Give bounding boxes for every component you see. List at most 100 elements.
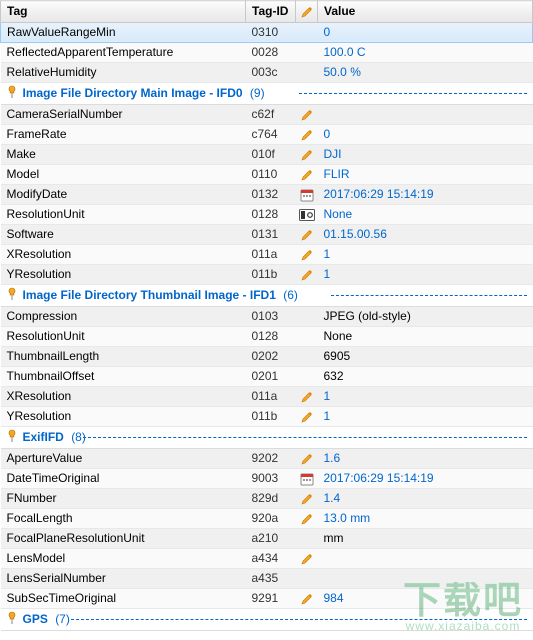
group-header[interactable]: GPS (7) <box>1 608 533 630</box>
cell-tag: SubSecTimeOriginal <box>1 588 246 608</box>
cell-icon <box>296 448 318 468</box>
group-title: Image File Directory Main Image - IFD0 <box>23 86 243 100</box>
group-count: (6) <box>283 288 298 302</box>
table-row[interactable]: XResolution011a1 <box>1 244 533 264</box>
column-header-value[interactable]: Value <box>318 1 533 23</box>
cell-value: None <box>318 326 533 346</box>
table-row[interactable]: ReflectedApparentTemperature0028100.0 C <box>1 42 533 62</box>
cell-tagid: 0202 <box>246 346 296 366</box>
pencil-icon <box>300 168 314 182</box>
cell-value: 13.0 mm <box>318 508 533 528</box>
cell-tagid: 0103 <box>246 306 296 326</box>
table-row[interactable]: ApertureValue92021.6 <box>1 448 533 468</box>
pencil-icon <box>300 492 314 506</box>
cell-value: 50.0 % <box>318 62 533 82</box>
cell-tagid: 011a <box>246 386 296 406</box>
dash-line <box>71 619 527 620</box>
dash-line <box>331 295 527 296</box>
table-row[interactable]: Software013101.15.00.56 <box>1 224 533 244</box>
table-row[interactable]: ThumbnailLength0202 6905 <box>1 346 533 366</box>
cell-tagid: 9291 <box>246 588 296 608</box>
table-row[interactable]: Model0110FLIR <box>1 164 533 184</box>
column-header-icon[interactable] <box>296 1 318 23</box>
table-row[interactable]: YResolution011b1 <box>1 264 533 284</box>
cell-tagid: 011b <box>246 406 296 426</box>
cell-tagid: 003c <box>246 62 296 82</box>
cell-tag: Compression <box>1 306 246 326</box>
cell-value: 1 <box>318 406 533 426</box>
cell-icon <box>296 386 318 406</box>
table-row[interactable]: LensSerialNumbera435 <box>1 568 533 588</box>
table-row[interactable]: RelativeHumidity003c 50.0 % <box>1 62 533 82</box>
cell-tag: RelativeHumidity <box>1 62 246 82</box>
cell-tag: Model <box>1 164 246 184</box>
pencil-icon <box>300 128 314 142</box>
cell-icon <box>296 326 318 346</box>
cell-icon <box>296 488 318 508</box>
table-row[interactable]: YResolution011b1 <box>1 406 533 426</box>
pencil-icon <box>300 552 314 566</box>
cell-tag: ThumbnailOffset <box>1 366 246 386</box>
cell-icon <box>296 588 318 608</box>
cell-tagid: 9202 <box>246 448 296 468</box>
cell-value: 984 <box>318 588 533 608</box>
group-header[interactable]: ExifIFD (8) <box>1 426 533 448</box>
cell-value: 0 <box>318 22 533 42</box>
cell-icon <box>296 224 318 244</box>
cell-tag: ModifyDate <box>1 184 246 204</box>
cell-tagid: a210 <box>246 528 296 548</box>
cell-value: 2017:06:29 15:14:19 <box>318 184 533 204</box>
group-count: (7) <box>55 612 70 626</box>
column-header-tag[interactable]: Tag <box>1 1 246 23</box>
cell-tagid: 9003 <box>246 468 296 488</box>
cell-icon <box>296 124 318 144</box>
cell-value: JPEG (old-style) <box>318 306 533 326</box>
cell-tag: FocalPlaneResolutionUnit <box>1 528 246 548</box>
dash-line <box>299 93 527 94</box>
cell-tagid: 0028 <box>246 42 296 62</box>
table-row[interactable]: CameraSerialNumberc62f <box>1 104 533 124</box>
cell-tag: FrameRate <box>1 124 246 144</box>
table-row[interactable]: Make010fDJI <box>1 144 533 164</box>
table-row[interactable]: SubSecTimeOriginal9291 984 <box>1 588 533 608</box>
cell-tag: ThumbnailLength <box>1 346 246 366</box>
cell-icon <box>296 204 318 224</box>
pencil-icon <box>300 248 314 262</box>
cell-tagid: 0110 <box>246 164 296 184</box>
pin-icon <box>5 611 19 625</box>
cell-tag: LensModel <box>1 548 246 568</box>
table-row[interactable]: Compression0103 JPEG (old-style) <box>1 306 533 326</box>
pencil-icon <box>300 390 314 404</box>
table-row[interactable]: FrameRatec7640 <box>1 124 533 144</box>
cell-tag: ApertureValue <box>1 448 246 468</box>
table-row[interactable]: FNumber829d1.4 <box>1 488 533 508</box>
cell-value: 1.4 <box>318 488 533 508</box>
table-row[interactable]: FocalLength920a13.0 mm <box>1 508 533 528</box>
table-row[interactable]: DateTimeOriginal90032017:06:29 15:14:19 <box>1 468 533 488</box>
table-row[interactable]: ResolutionUnit0128None <box>1 326 533 346</box>
cell-tagid: 0201 <box>246 366 296 386</box>
table-row[interactable]: FocalPlaneResolutionUnita210mm <box>1 528 533 548</box>
table-row[interactable]: RawValueRangeMin03100 <box>1 22 533 42</box>
table-row[interactable]: XResolution011a1 <box>1 386 533 406</box>
cell-value: None <box>318 204 533 224</box>
cell-icon <box>296 528 318 548</box>
column-header-tagid[interactable]: Tag-ID <box>246 1 296 23</box>
cell-tag: ResolutionUnit <box>1 326 246 346</box>
cell-icon <box>296 508 318 528</box>
table-row[interactable]: ModifyDate01322017:06:29 15:14:19 <box>1 184 533 204</box>
cell-value: 1 <box>318 386 533 406</box>
cell-tagid: 0310 <box>246 22 296 42</box>
cell-tag: ResolutionUnit <box>1 204 246 224</box>
cell-value: 6905 <box>318 346 533 366</box>
pencil-icon <box>300 452 314 466</box>
group-header[interactable]: Image File Directory Thumbnail Image - I… <box>1 284 533 306</box>
cell-icon <box>296 184 318 204</box>
group-title: GPS <box>23 612 48 626</box>
table-row[interactable]: LensModela434 <box>1 548 533 568</box>
table-row[interactable]: ResolutionUnit0128None <box>1 204 533 224</box>
cell-tagid: 0131 <box>246 224 296 244</box>
pencil-icon <box>300 228 314 242</box>
table-row[interactable]: ThumbnailOffset0201632 <box>1 366 533 386</box>
group-header[interactable]: Image File Directory Main Image - IFD0 (… <box>1 82 533 104</box>
